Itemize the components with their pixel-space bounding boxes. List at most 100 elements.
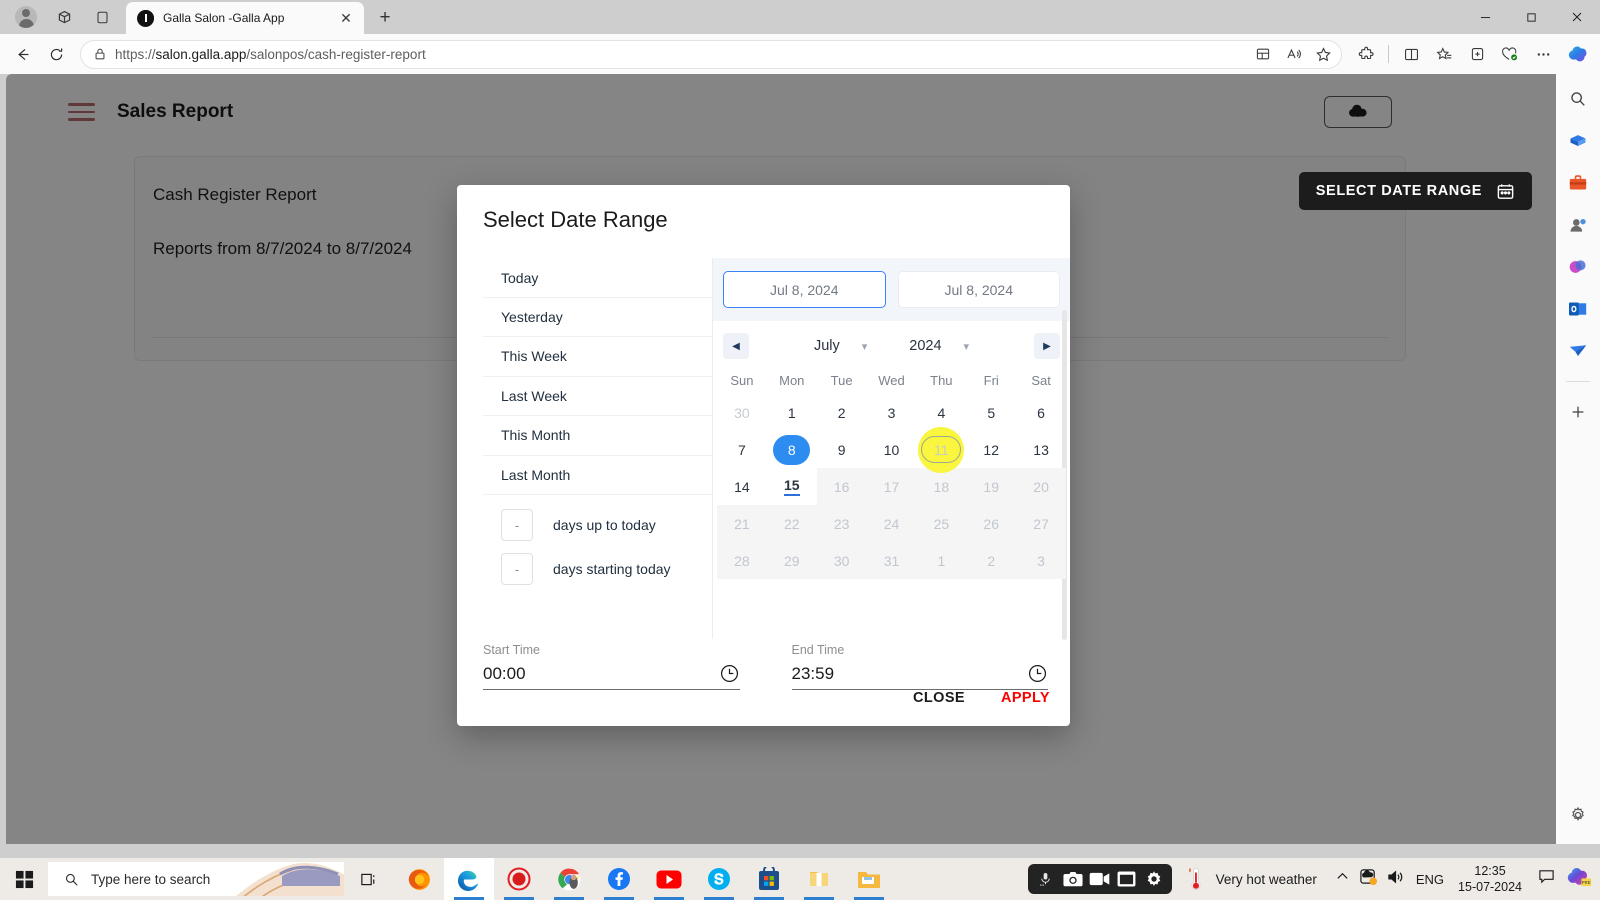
settings-icon[interactable] <box>1143 869 1165 889</box>
settings-gear-icon[interactable] <box>1563 800 1593 830</box>
extensions-icon[interactable] <box>1350 38 1382 70</box>
calendar-day[interactable]: 14 <box>717 468 767 505</box>
profile-avatar[interactable] <box>8 2 44 32</box>
taskbar-search[interactable]: Type here to search <box>48 862 344 896</box>
read-aloud-icon[interactable] <box>1279 41 1307 67</box>
end-date-input[interactable]: Jul 8, 2024 <box>897 271 1060 308</box>
task-view-icon[interactable] <box>344 858 394 900</box>
language-indicator[interactable]: ENG <box>1416 872 1444 887</box>
mail-icon[interactable] <box>1563 336 1593 366</box>
folder-yellow-icon[interactable] <box>794 858 844 900</box>
window-icon[interactable] <box>1116 869 1138 889</box>
copilot-taskbar-icon[interactable]: PRE <box>1567 864 1592 894</box>
firefox-icon[interactable] <box>394 858 444 900</box>
camera-icon[interactable] <box>1062 869 1084 889</box>
hamburger-menu-icon[interactable] <box>68 103 95 121</box>
preset-today[interactable]: Today <box>483 258 712 298</box>
select-date-range-button[interactable]: SELECT DATE RANGE <box>1298 172 1532 210</box>
next-month-button[interactable]: ▶ <box>1034 333 1060 359</box>
weather-widget[interactable]: Very hot weather <box>1186 867 1317 891</box>
end-time-value[interactable]: 23:59 <box>792 664 835 684</box>
search-icon[interactable] <box>1563 84 1593 114</box>
preset-last-week[interactable]: Last Week <box>483 377 712 416</box>
shopping-icon[interactable] <box>1563 126 1593 156</box>
edge-icon[interactable] <box>444 858 494 900</box>
split-screen-icon[interactable] <box>1395 38 1427 70</box>
video-icon[interactable] <box>1089 869 1111 889</box>
preset-last-month[interactable]: Last Month <box>483 456 712 495</box>
window-close-button[interactable] <box>1554 0 1600 34</box>
microsoft-store-icon[interactable] <box>744 858 794 900</box>
preset-this-week[interactable]: This Week <box>483 337 712 377</box>
window-minimize-button[interactable] <box>1462 0 1508 34</box>
skype-icon[interactable] <box>694 858 744 900</box>
browser-essentials-icon[interactable] <box>1494 38 1526 70</box>
settings-more-icon[interactable] <box>1527 38 1559 70</box>
taskbar-clock[interactable]: 12:35 15-07-2024 <box>1458 863 1522 896</box>
reload-button[interactable] <box>40 38 72 70</box>
outlook-icon[interactable] <box>1563 294 1593 324</box>
calendar-day[interactable]: 9 <box>817 431 867 468</box>
back-button[interactable] <box>6 38 38 70</box>
clock-icon[interactable] <box>719 663 740 684</box>
volume-icon[interactable] <box>1387 869 1404 890</box>
facebook-icon[interactable] <box>594 858 644 900</box>
add-icon[interactable] <box>1563 397 1593 427</box>
new-tab-button[interactable]: + <box>370 4 400 32</box>
close-button[interactable]: CLOSE <box>913 690 965 706</box>
preset-this-month[interactable]: This Month <box>483 416 712 456</box>
calendar-day[interactable]: 5 <box>966 394 1016 431</box>
recorder-icon[interactable] <box>494 858 544 900</box>
calendar-day[interactable]: 13 <box>1016 431 1066 468</box>
browser-tab[interactable]: Galla Salon -Galla App ✕ <box>126 2 364 34</box>
days-starting-today-input[interactable]: - <box>501 553 533 585</box>
file-explorer-icon[interactable] <box>844 858 894 900</box>
start-date-input[interactable]: Jul 8, 2024 <box>723 271 886 308</box>
calendar-day[interactable]: 3 <box>867 394 917 431</box>
notification-icon[interactable] <box>1538 868 1555 890</box>
address-bar[interactable]: https://salon.galla.app/salonpos/cash-re… <box>80 39 1342 69</box>
download-button[interactable] <box>1324 96 1392 128</box>
clock-icon[interactable] <box>1027 663 1048 684</box>
calendar-day-today[interactable]: 15 <box>767 468 817 505</box>
preset-yesterday[interactable]: Yesterday <box>483 298 712 337</box>
calendar-day[interactable]: 10 <box>867 431 917 468</box>
collections-add-icon[interactable] <box>1461 38 1493 70</box>
month-select[interactable]: July ▾ <box>814 338 867 354</box>
calendar-day-outside[interactable]: 30 <box>717 394 767 431</box>
office-icon[interactable] <box>1563 252 1593 282</box>
favorites-star-icon[interactable] <box>1309 41 1337 67</box>
apply-button[interactable]: APPLY <box>1001 690 1050 706</box>
vertical-tabs-icon[interactable] <box>84 2 120 32</box>
weekday-mon: Mon <box>779 373 805 388</box>
calendar-day-selected[interactable]: 8 <box>767 431 817 468</box>
tab-groups-icon[interactable] <box>46 2 82 32</box>
calendar-day[interactable]: 1 <box>767 394 817 431</box>
tab-close-icon[interactable]: ✕ <box>336 8 356 28</box>
chevron-up-icon[interactable] <box>1335 869 1350 889</box>
days-starting-today-label: days starting today <box>553 561 671 577</box>
window-maximize-button[interactable] <box>1508 0 1554 34</box>
calendar-day[interactable]: 2 <box>817 394 867 431</box>
calendar-day[interactable]: 4 <box>916 394 966 431</box>
mic-icon[interactable] <box>1035 869 1057 889</box>
calendar-day[interactable]: 12 <box>966 431 1016 468</box>
thermometer-icon <box>1188 867 1200 890</box>
tools-icon[interactable] <box>1563 168 1593 198</box>
start-time-value[interactable]: 00:00 <box>483 664 526 684</box>
year-select[interactable]: 2024 ▾ <box>909 338 969 354</box>
calendar-day-disabled: 21 <box>717 505 767 542</box>
games-icon[interactable] <box>1563 210 1593 240</box>
calendar-day[interactable]: 6 <box>1016 394 1066 431</box>
onedrive-icon[interactable] <box>1359 868 1378 891</box>
days-up-to-today-input[interactable]: - <box>501 509 533 541</box>
prev-month-button[interactable]: ◀ <box>723 333 749 359</box>
calendar-day-highlighted[interactable]: 11 <box>916 426 966 473</box>
chrome-icon[interactable] <box>544 858 594 900</box>
start-button[interactable] <box>0 858 48 900</box>
collections-icon[interactable] <box>1249 41 1277 67</box>
youtube-icon[interactable] <box>644 858 694 900</box>
copilot-icon[interactable] <box>1564 39 1594 69</box>
favorites-list-icon[interactable] <box>1428 38 1460 70</box>
calendar-day[interactable]: 7 <box>717 431 767 468</box>
